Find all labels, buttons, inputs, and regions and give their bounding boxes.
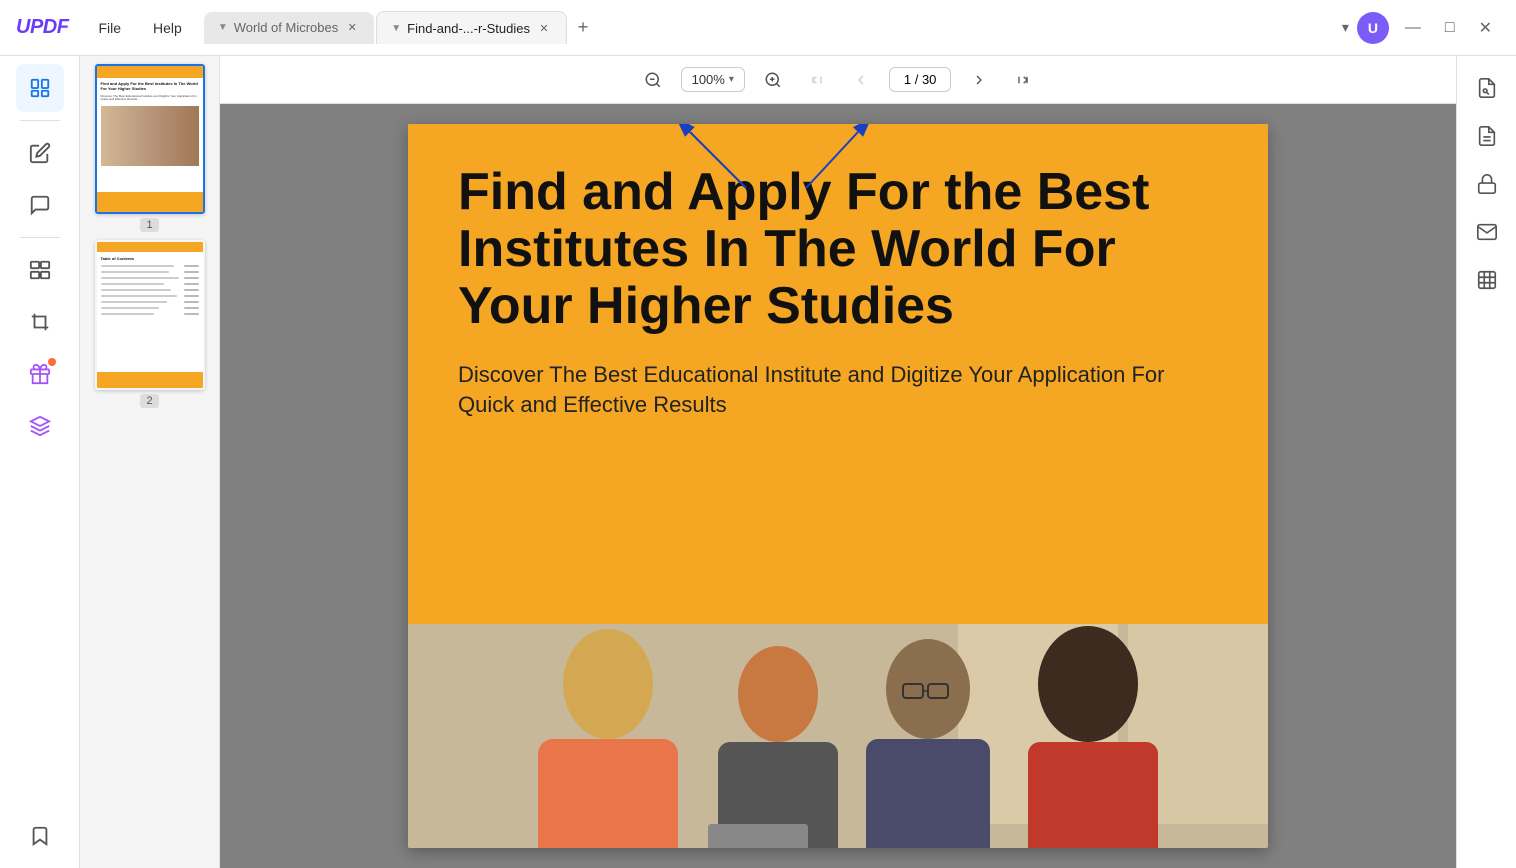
thumbnail-panel: Find and Apply For the Best Institutes I…	[80, 56, 220, 868]
user-avatar[interactable]: U	[1357, 12, 1389, 44]
dropdown-icon[interactable]: ▾	[1342, 19, 1349, 36]
sidebar-divider-1	[20, 120, 60, 121]
menu-help[interactable]: Help	[139, 14, 196, 42]
menu-file[interactable]: File	[84, 14, 135, 42]
sidebar-item-layers[interactable]	[16, 402, 64, 450]
zoom-control[interactable]: 100% ▾	[681, 67, 745, 92]
viewer-wrapper: 100% ▾	[220, 56, 1456, 868]
next-page-button[interactable]	[963, 64, 995, 96]
close-button[interactable]: ✕	[1471, 14, 1500, 42]
page-main-title: Find and Apply For the Best Institutes I…	[458, 164, 1218, 336]
zoom-dropdown-icon[interactable]: ▾	[729, 74, 734, 85]
tab-microbes-label: World of Microbes	[234, 20, 339, 35]
viewer-area[interactable]: Find and Apply For the Best Institutes I…	[220, 104, 1456, 868]
page-content: Find and Apply For the Best Institutes I…	[408, 124, 1268, 624]
left-sidebar	[0, 56, 80, 868]
prev-page-button[interactable]	[845, 64, 877, 96]
tab-institutes-close[interactable]: ✕	[536, 20, 552, 36]
sidebar-item-edit[interactable]	[16, 129, 64, 177]
logo-text: UPDF	[16, 16, 68, 39]
page-display: 1 / 30	[904, 72, 937, 87]
thumbnail-img-1[interactable]: Find and Apply For the Best Institutes I…	[95, 64, 205, 214]
page-people-image	[408, 624, 1268, 848]
titlebar-actions: ▾ U — □ ✕	[1326, 12, 1516, 44]
pdf-page-1: Find and Apply For the Best Institutes I…	[408, 124, 1268, 848]
sidebar-divider-2	[20, 237, 60, 238]
right-sidebar	[1456, 56, 1516, 868]
sidebar-item-organize[interactable]	[16, 246, 64, 294]
right-sidebar-pdf-convert[interactable]	[1467, 116, 1507, 156]
tabs-bar: ▼ World of Microbes ✕ ▼ Find-and-...-r-S…	[196, 11, 1326, 44]
tab-microbes-close[interactable]: ✕	[344, 20, 360, 36]
tab-arrow-icon2: ▼	[391, 23, 401, 34]
tab-institutes-label: Find-and-...-r-Studies	[407, 21, 530, 36]
thumbnail-img-2[interactable]: Table of Contents	[95, 240, 205, 390]
right-sidebar-ocr[interactable]	[1467, 260, 1507, 300]
thumbnail-2[interactable]: Table of Contents	[95, 240, 205, 408]
sidebar-item-bookmark[interactable]	[16, 812, 64, 860]
first-page-button[interactable]	[801, 64, 833, 96]
right-sidebar-send[interactable]	[1467, 212, 1507, 252]
zoom-in-button[interactable]	[757, 64, 789, 96]
zoom-out-button[interactable]	[637, 64, 669, 96]
main-content: Find and Apply For the Best Institutes I…	[0, 56, 1516, 868]
titlebar: UPDF File Help ▼ World of Microbes ✕ ▼ F…	[0, 0, 1516, 56]
minimize-button[interactable]: —	[1397, 15, 1429, 41]
toolbar: 100% ▾	[220, 56, 1456, 104]
sidebar-item-crop[interactable]	[16, 298, 64, 346]
tab-institutes[interactable]: ▼ Find-and-...-r-Studies ✕	[376, 11, 567, 44]
last-page-button[interactable]	[1007, 64, 1039, 96]
sidebar-item-thumbnails[interactable]	[16, 64, 64, 112]
tab-arrow-icon: ▼	[218, 22, 228, 33]
page-input[interactable]: 1 / 30	[889, 67, 952, 92]
app-logo: UPDF	[0, 16, 84, 39]
right-sidebar-search-doc[interactable]	[1467, 68, 1507, 108]
page-subtitle: Discover The Best Educational Institute …	[458, 360, 1218, 422]
page-image-area	[408, 624, 1268, 848]
right-sidebar-secure[interactable]	[1467, 164, 1507, 204]
thumbnail-number-1: 1	[140, 218, 158, 232]
sidebar-item-gift[interactable]	[16, 350, 64, 398]
zoom-value: 100%	[692, 72, 725, 87]
tab-microbes[interactable]: ▼ World of Microbes ✕	[204, 12, 374, 44]
maximize-button[interactable]: □	[1437, 15, 1463, 41]
add-tab-button[interactable]: +	[569, 14, 597, 42]
sidebar-item-comment[interactable]	[16, 181, 64, 229]
menu-bar: File Help	[84, 14, 195, 42]
thumbnail-1[interactable]: Find and Apply For the Best Institutes I…	[95, 64, 205, 232]
thumbnail-number-2: 2	[140, 394, 158, 408]
